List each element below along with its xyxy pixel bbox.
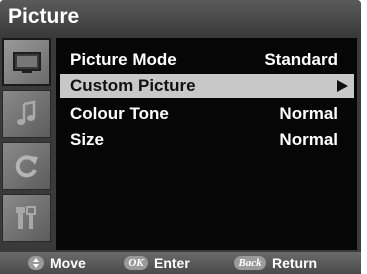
- settings-panel: Picture Mode Standard Custom Picture Col…: [56, 38, 357, 250]
- monitor-icon: [12, 52, 41, 73]
- hint-move-label: Move: [50, 255, 86, 271]
- tools-icon: [15, 206, 36, 229]
- menu-item-custom-picture[interactable]: Custom Picture: [60, 74, 354, 98]
- title-bar: Picture: [0, 0, 361, 34]
- menu-item-label: Custom Picture: [70, 76, 196, 95]
- menu-item-label: Size: [70, 130, 105, 149]
- back-key-icon: Back: [234, 256, 266, 270]
- menu-item-colour-tone[interactable]: Colour Tone Normal: [60, 102, 354, 126]
- menu-title: Picture: [8, 5, 80, 28]
- hint-enter-label: Enter: [154, 255, 190, 271]
- menu-item-size[interactable]: Size Normal: [60, 128, 354, 152]
- menu-item-picture-mode[interactable]: Picture Mode Standard: [60, 48, 354, 72]
- menu-item-value: Normal: [279, 104, 338, 123]
- tab-setup[interactable]: [2, 142, 51, 190]
- tab-tools[interactable]: [2, 194, 51, 242]
- ok-key-icon: OK: [124, 256, 148, 270]
- tab-sound[interactable]: [2, 90, 51, 138]
- music-note-icon: [16, 100, 35, 125]
- menu-item-label: Colour Tone: [70, 104, 169, 123]
- refresh-icon: [15, 155, 38, 178]
- up-down-key-icon: [28, 256, 44, 270]
- tab-picture[interactable]: [2, 38, 51, 86]
- help-bar: Move OK Enter Back Return: [0, 252, 361, 274]
- arrow-right-icon: [337, 80, 348, 92]
- menu-item-value: Normal: [279, 130, 338, 149]
- hint-return-label: Return: [272, 255, 318, 271]
- menu-item-value: Standard: [264, 50, 338, 69]
- category-sidebar: [0, 34, 54, 252]
- picture-osd-menu: Picture Picture Mode Standard Custom Pic…: [0, 0, 361, 274]
- menu-item-label: Picture Mode: [70, 50, 177, 69]
